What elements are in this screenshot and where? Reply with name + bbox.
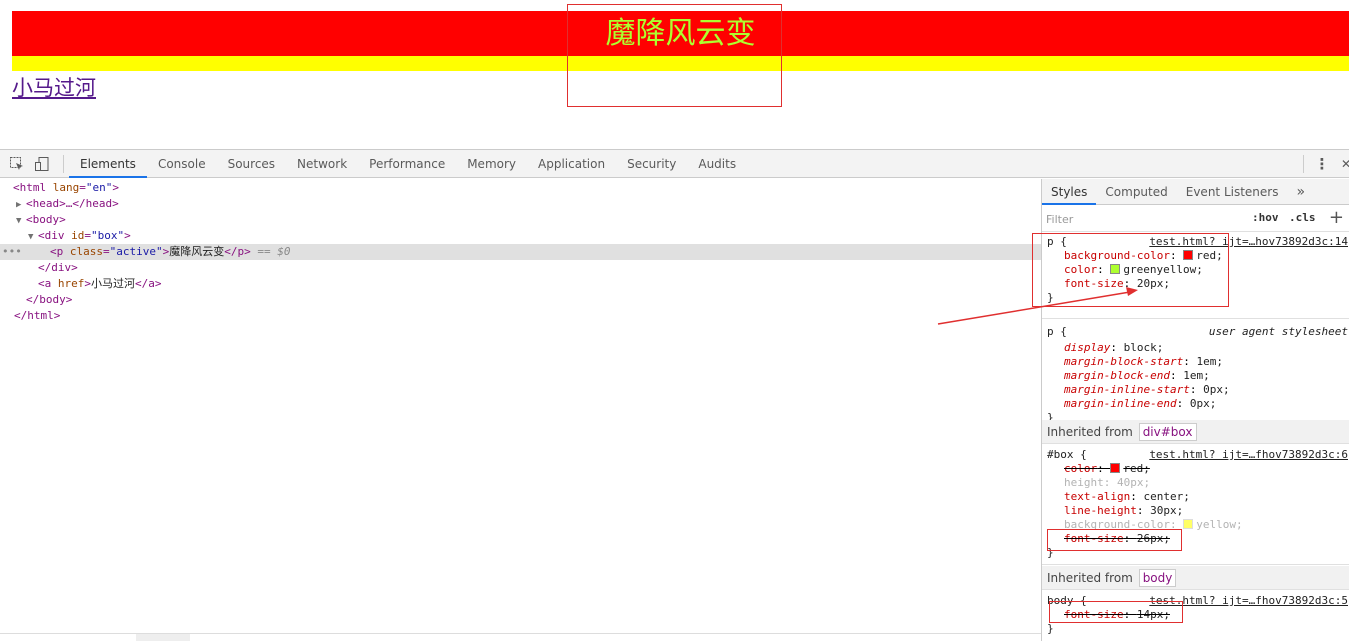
inherited-header-box: Inherited from div#box	[1042, 420, 1349, 444]
tab-audits[interactable]: Audits	[687, 150, 747, 178]
style-decl[interactable]: color: red;	[1064, 462, 1150, 475]
cls-toggle-button[interactable]: .cls	[1289, 211, 1316, 224]
collapse-triangle-icon[interactable]: ▼	[16, 213, 26, 229]
inherited-label: Inherited from	[1047, 425, 1133, 439]
rule-selector[interactable]: #box {	[1047, 448, 1087, 461]
inherited-node-badge[interactable]: body	[1138, 569, 1177, 587]
dom-body-open[interactable]: ▼ <body>	[0, 212, 1041, 228]
style-decl: margin-inline-end: 0px;	[1064, 397, 1217, 410]
tab-computed[interactable]: Computed	[1096, 179, 1176, 205]
dom-div-close[interactable]: </div>	[0, 260, 1041, 276]
inherited-node-badge[interactable]: div#box	[1138, 423, 1197, 441]
toolbar-separator	[63, 155, 64, 173]
devtools-toolbar: Elements Console Sources Network Perform…	[0, 150, 1349, 178]
device-toggle-icon[interactable]	[34, 156, 50, 172]
new-rule-plus-icon[interactable]: +	[1329, 207, 1344, 228]
close-icon[interactable]: ✕	[1338, 156, 1349, 172]
tab-event-listeners[interactable]: Event Listeners	[1177, 179, 1288, 205]
tab-console[interactable]: Console	[147, 150, 217, 178]
style-rule-p-user-agent: p { user agent stylesheet display: block…	[1042, 320, 1349, 430]
tab-performance[interactable]: Performance	[358, 150, 456, 178]
styles-filter-input[interactable]	[1046, 209, 1242, 229]
page-link[interactable]: 小马过河	[12, 72, 96, 102]
more-vertical-icon[interactable]: ⋮	[1314, 156, 1330, 172]
more-tabs-icon[interactable]: »	[1287, 179, 1314, 205]
style-decl: display: block;	[1064, 341, 1164, 354]
tab-application[interactable]: Application	[527, 150, 616, 178]
tab-styles[interactable]: Styles	[1042, 179, 1097, 205]
dom-html-close[interactable]: </html>	[0, 308, 1041, 324]
inherited-label: Inherited from	[1047, 571, 1133, 585]
style-decl: margin-block-start: 1em;	[1064, 355, 1223, 368]
annotation-box-title	[567, 4, 782, 107]
dom-body-close[interactable]: </body>	[0, 292, 1041, 308]
dom-div-open[interactable]: ▼ <div id="box">	[0, 228, 1041, 244]
dom-head[interactable]: ▶ <head>…</head>	[0, 196, 1041, 212]
rule-close-brace: }	[1047, 622, 1054, 635]
ellipsis-icon[interactable]: •••	[2, 244, 22, 260]
dom-p-selected[interactable]: ••• <p class="active">魔降风云变</p> == $0	[0, 244, 1041, 260]
rule-source-link[interactable]: test.html? ijt=…fhov73892d3c:6	[1149, 448, 1348, 461]
inspect-icon[interactable]	[9, 156, 25, 172]
rule-source-ua: user agent stylesheet	[1208, 325, 1348, 338]
style-decl: margin-block-end: 1em;	[1064, 369, 1210, 382]
styles-filter-row: :hov .cls +	[1042, 206, 1349, 232]
dom-html-open[interactable]: <html lang="en">	[0, 180, 1041, 196]
tab-sources[interactable]: Sources	[217, 150, 286, 178]
annotation-box-box-fontsize	[1047, 529, 1182, 551]
style-decl[interactable]: height: 40px;	[1064, 476, 1150, 489]
devtools-tabs: Elements Console Sources Network Perform…	[69, 150, 747, 178]
tab-elements[interactable]: Elements	[69, 150, 147, 178]
toolbar-separator-right	[1303, 155, 1304, 173]
expand-triangle-icon[interactable]: ▶	[16, 197, 26, 213]
tab-memory[interactable]: Memory	[456, 150, 527, 178]
collapse-triangle-icon[interactable]: ▼	[28, 229, 38, 245]
styles-tabs: Styles Computed Event Listeners »	[1042, 179, 1349, 205]
elements-pane: <html lang="en"> ▶ <head>…</head> ▼ <body>…	[0, 179, 1041, 641]
color-swatch-icon[interactable]	[1183, 519, 1194, 529]
style-decl[interactable]: line-height: 30px;	[1064, 504, 1183, 517]
hov-toggle-button[interactable]: :hov	[1252, 211, 1279, 224]
dom-a[interactable]: <a href>小马过河</a>	[0, 276, 1041, 292]
style-decl[interactable]: text-align: center;	[1064, 490, 1190, 503]
annotation-arrow-icon	[937, 287, 1138, 325]
annotation-box-body-fontsize	[1049, 601, 1183, 623]
page-viewport: 魔降风云变 小马过河	[0, 0, 1349, 150]
inherited-header-body: Inherited from body	[1042, 566, 1349, 590]
style-decl: margin-inline-start: 0px;	[1064, 383, 1230, 396]
tab-security[interactable]: Security	[616, 150, 687, 178]
tab-network[interactable]: Network	[286, 150, 358, 178]
color-swatch-icon[interactable]	[1110, 463, 1121, 473]
drawer-tab[interactable]	[136, 634, 190, 641]
